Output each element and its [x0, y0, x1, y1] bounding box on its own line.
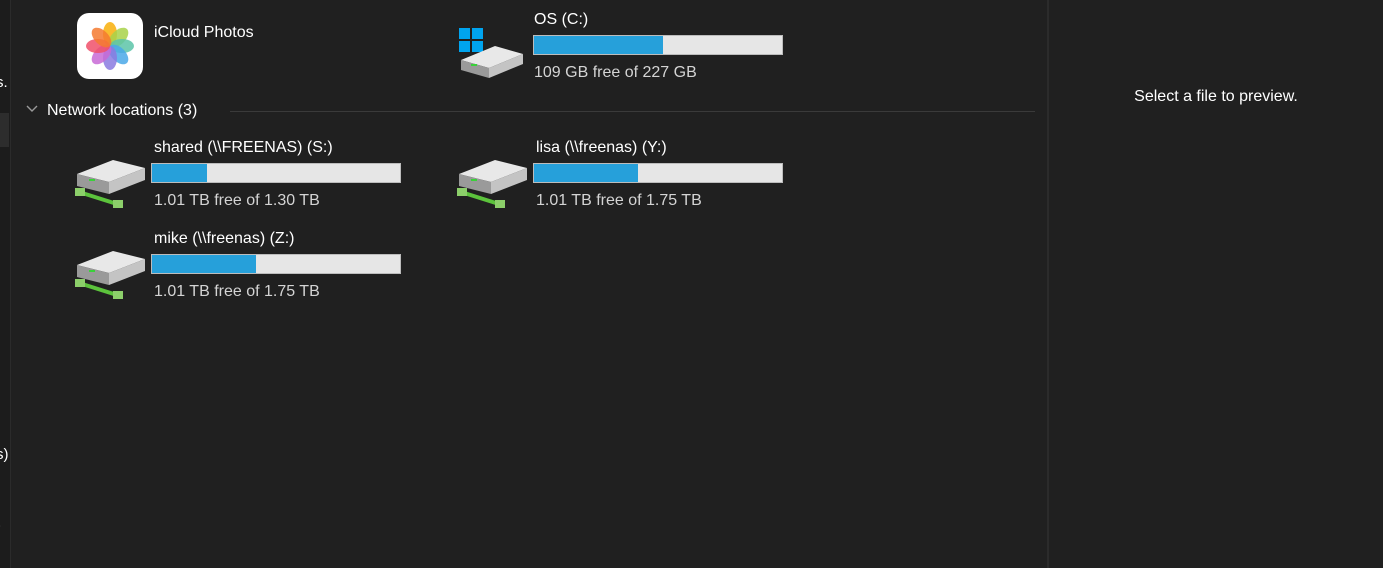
network-drive-icon [75, 251, 145, 299]
file-explorer-window: s. s) ) iCloud Photos [0, 0, 1383, 568]
content-area: iCloud Photos OS (C:) 109 GB free of 227… [11, 0, 1047, 568]
item-name: iCloud Photos [154, 24, 254, 41]
navigation-pane[interactable]: s. s) ) [0, 0, 11, 568]
item-name: OS (C:) [534, 11, 589, 28]
free-space-text: 1.01 TB free of 1.30 TB [154, 192, 320, 209]
nav-item-fragment[interactable]: s) [0, 446, 9, 463]
nav-item-fragment[interactable]: ) [0, 517, 1, 534]
free-space-text: 1.01 TB free of 1.75 TB [536, 192, 702, 209]
storage-bar [533, 163, 783, 183]
free-space-text: 109 GB free of 227 GB [534, 64, 697, 81]
network-drive-item[interactable]: shared (\\FREENAS) (S:) 1.01 TB free of … [71, 136, 411, 216]
item-name: shared (\\FREENAS) (S:) [154, 139, 333, 156]
nav-selected-highlight [0, 113, 9, 147]
group-header-label: Network locations (3) [47, 102, 198, 119]
storage-bar [151, 163, 401, 183]
network-drive-item[interactable]: mike (\\freenas) (Z:) 1.01 TB free of 1.… [71, 227, 411, 307]
os-drive-item[interactable]: OS (C:) 109 GB free of 227 GB [453, 8, 793, 88]
storage-bar [533, 35, 783, 55]
chevron-down-icon[interactable] [25, 102, 39, 116]
network-drive-item[interactable]: lisa (\\freenas) (Y:) 1.01 TB free of 1.… [453, 136, 793, 216]
storage-bar-fill [152, 255, 257, 273]
storage-bar-fill [534, 36, 663, 54]
preview-message: Select a file to preview. [1134, 88, 1298, 105]
nav-item-fragment[interactable]: s. [0, 74, 8, 91]
windows-drive-icon [459, 28, 523, 78]
storage-bar-fill [534, 164, 639, 182]
item-name: lisa (\\freenas) (Y:) [536, 139, 667, 156]
icloud-photos-item[interactable]: iCloud Photos [71, 8, 371, 84]
network-drive-icon [75, 160, 145, 208]
storage-bar-fill [152, 164, 207, 182]
storage-bar [151, 254, 401, 274]
icloud-photos-icon [77, 13, 143, 79]
preview-pane: Select a file to preview. [1049, 0, 1383, 568]
group-divider [230, 111, 1035, 112]
item-name: mike (\\freenas) (Z:) [154, 230, 295, 247]
network-drive-icon [457, 160, 527, 208]
free-space-text: 1.01 TB free of 1.75 TB [154, 283, 320, 300]
network-locations-header[interactable]: Network locations (3) [25, 100, 1035, 124]
